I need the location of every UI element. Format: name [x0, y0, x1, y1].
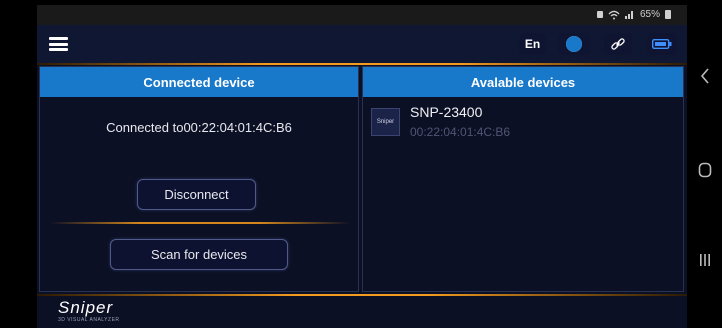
available-devices-panel: Avalable devices Sniper SNP-23400 00:22:… [362, 66, 684, 292]
recents-icon [700, 254, 710, 266]
device-thumbnail: Sniper [371, 108, 400, 136]
top-bar: En [37, 25, 687, 63]
connected-device-header: Connected device [40, 67, 358, 97]
status-bar: 65% [37, 5, 687, 25]
home-nav-button[interactable] [688, 162, 722, 183]
menu-icon[interactable] [49, 37, 68, 51]
footer-logo: Sniper 3D VISUAL ANALYZER [58, 299, 168, 327]
link-button[interactable] [604, 33, 632, 55]
app-window: En Connected device Connected to00:22:04… [37, 25, 687, 328]
logo-subtitle: 3D VISUAL ANALYZER [58, 317, 120, 323]
panel-separator [50, 222, 350, 224]
theme-toggle-button[interactable] [558, 33, 590, 55]
status-icons: 65% [596, 9, 671, 20]
home-icon [698, 162, 712, 178]
system-nav-bar [688, 0, 722, 328]
connection-status-text: Connected to00:22:04:01:4C:B6 [106, 120, 292, 135]
language-button[interactable]: En [519, 33, 546, 55]
link-icon [611, 38, 625, 50]
back-icon [700, 68, 709, 84]
back-nav-button[interactable] [688, 68, 722, 89]
battery-icon [665, 10, 671, 19]
theme-toggle-icon [566, 36, 582, 52]
device-thumbnail-label: Sniper [376, 119, 395, 125]
top-accent-line [37, 63, 687, 65]
available-devices-header: Avalable devices [363, 67, 683, 97]
connected-device-panel: Connected device Connected to00:22:04:01… [39, 66, 359, 292]
device-battery-icon [652, 39, 672, 49]
recents-nav-button[interactable] [688, 253, 722, 272]
bottom-accent-line [37, 294, 687, 296]
alarm-icon [596, 11, 603, 18]
wifi-icon [608, 10, 620, 19]
device-address: 00:22:04:01:4C:B6 [410, 125, 511, 139]
battery-button[interactable] [647, 33, 677, 55]
logo-text: Sniper [58, 298, 114, 317]
scan-devices-button[interactable]: Scan for devices [110, 239, 288, 270]
signal-icon [624, 11, 633, 19]
device-list-item[interactable]: Sniper SNP-23400 00:22:04:01:4C:B6 [371, 104, 671, 144]
device-name: SNP-23400 [410, 104, 483, 120]
battery-percent: 65% [639, 9, 660, 20]
disconnect-button[interactable]: Disconnect [137, 179, 256, 210]
